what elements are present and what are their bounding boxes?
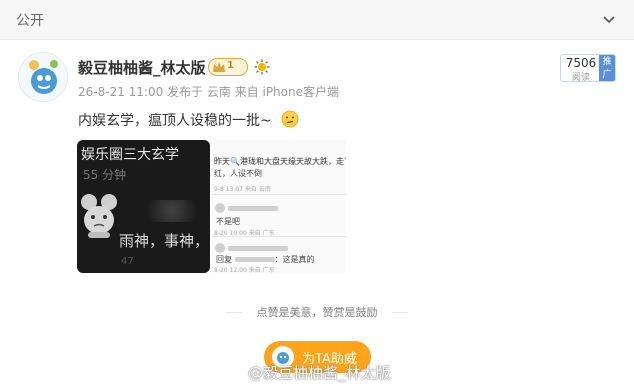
chevron-down-icon[interactable] bbox=[602, 12, 616, 26]
read-count: 7506 bbox=[565, 56, 597, 70]
screenshot-line-3: 回复 ：这是真的 bbox=[216, 254, 315, 265]
reward-divider: 点赞是美意，赞赏是鼓励 bbox=[0, 304, 634, 320]
blurred-area bbox=[137, 200, 207, 222]
screenshot-line-1b: 红，人设不倒 bbox=[214, 169, 262, 178]
divider-line-right bbox=[392, 312, 408, 313]
thinking-face-icon bbox=[281, 110, 299, 128]
avatar-icon bbox=[215, 203, 225, 213]
post-text: 内娱玄学，瘟顶人设稳的一批~ bbox=[78, 113, 272, 129]
image-caption: 雨神，事神， bbox=[119, 232, 210, 250]
crown-icon bbox=[213, 62, 225, 72]
reward-text: 点赞是美意，赞赏是鼓励 bbox=[256, 306, 378, 319]
image-subtitle: 55 分钟 bbox=[83, 168, 127, 182]
screenshot-meta-3: 8-20 12:00 来自 广东 bbox=[214, 267, 275, 273]
username[interactable]: 毅豆柚柚酱_林太版 bbox=[78, 57, 206, 78]
crown-level: 1 bbox=[227, 60, 234, 71]
screenshot-line-3-tail: ：这是真的 bbox=[274, 255, 315, 264]
cartoon-mouse-icon bbox=[81, 194, 117, 238]
watermark: @毅豆柚柚酱_林太版 bbox=[248, 364, 391, 382]
screenshot-meta-1: 9-8 13:07 来自 云南 bbox=[214, 186, 271, 193]
read-count-box[interactable]: 7506 阅读 推广 bbox=[560, 54, 616, 82]
image-title: 娱乐圈三大玄学 bbox=[81, 147, 179, 163]
visibility-label: 公开 bbox=[16, 13, 44, 29]
visibility-header[interactable]: 公开 bbox=[0, 0, 634, 40]
screenshot-line-2: 不是吧 bbox=[216, 217, 240, 226]
avatar-image bbox=[19, 53, 67, 101]
post-image-2[interactable]: 昨天🔍港珑和大盘天缘天故大跌，走了 红，人设不倒 9-8 13:07 来自 云南… bbox=[212, 140, 346, 273]
screenshot-line-1: 昨天🔍港珑和大盘天缘天故大跌，走了 bbox=[214, 157, 346, 166]
promote-button[interactable]: 推广 bbox=[599, 55, 615, 81]
post-image-1[interactable]: 娱乐圈三大玄学 55 分钟 雨神，事神， 47 bbox=[77, 140, 210, 273]
avatar-icon bbox=[215, 243, 225, 253]
crown-badge[interactable]: 1 bbox=[208, 58, 248, 76]
sun-icon bbox=[254, 59, 270, 75]
read-count-label: 阅读 bbox=[571, 73, 590, 82]
screenshot-line-3-head: 回复 bbox=[216, 255, 235, 264]
avatar[interactable] bbox=[18, 52, 68, 102]
post-meta: 26-8-21 11:00 发布于 云南 来自 iPhone客户端 bbox=[78, 85, 339, 99]
image-footnote: 47 bbox=[121, 256, 134, 267]
